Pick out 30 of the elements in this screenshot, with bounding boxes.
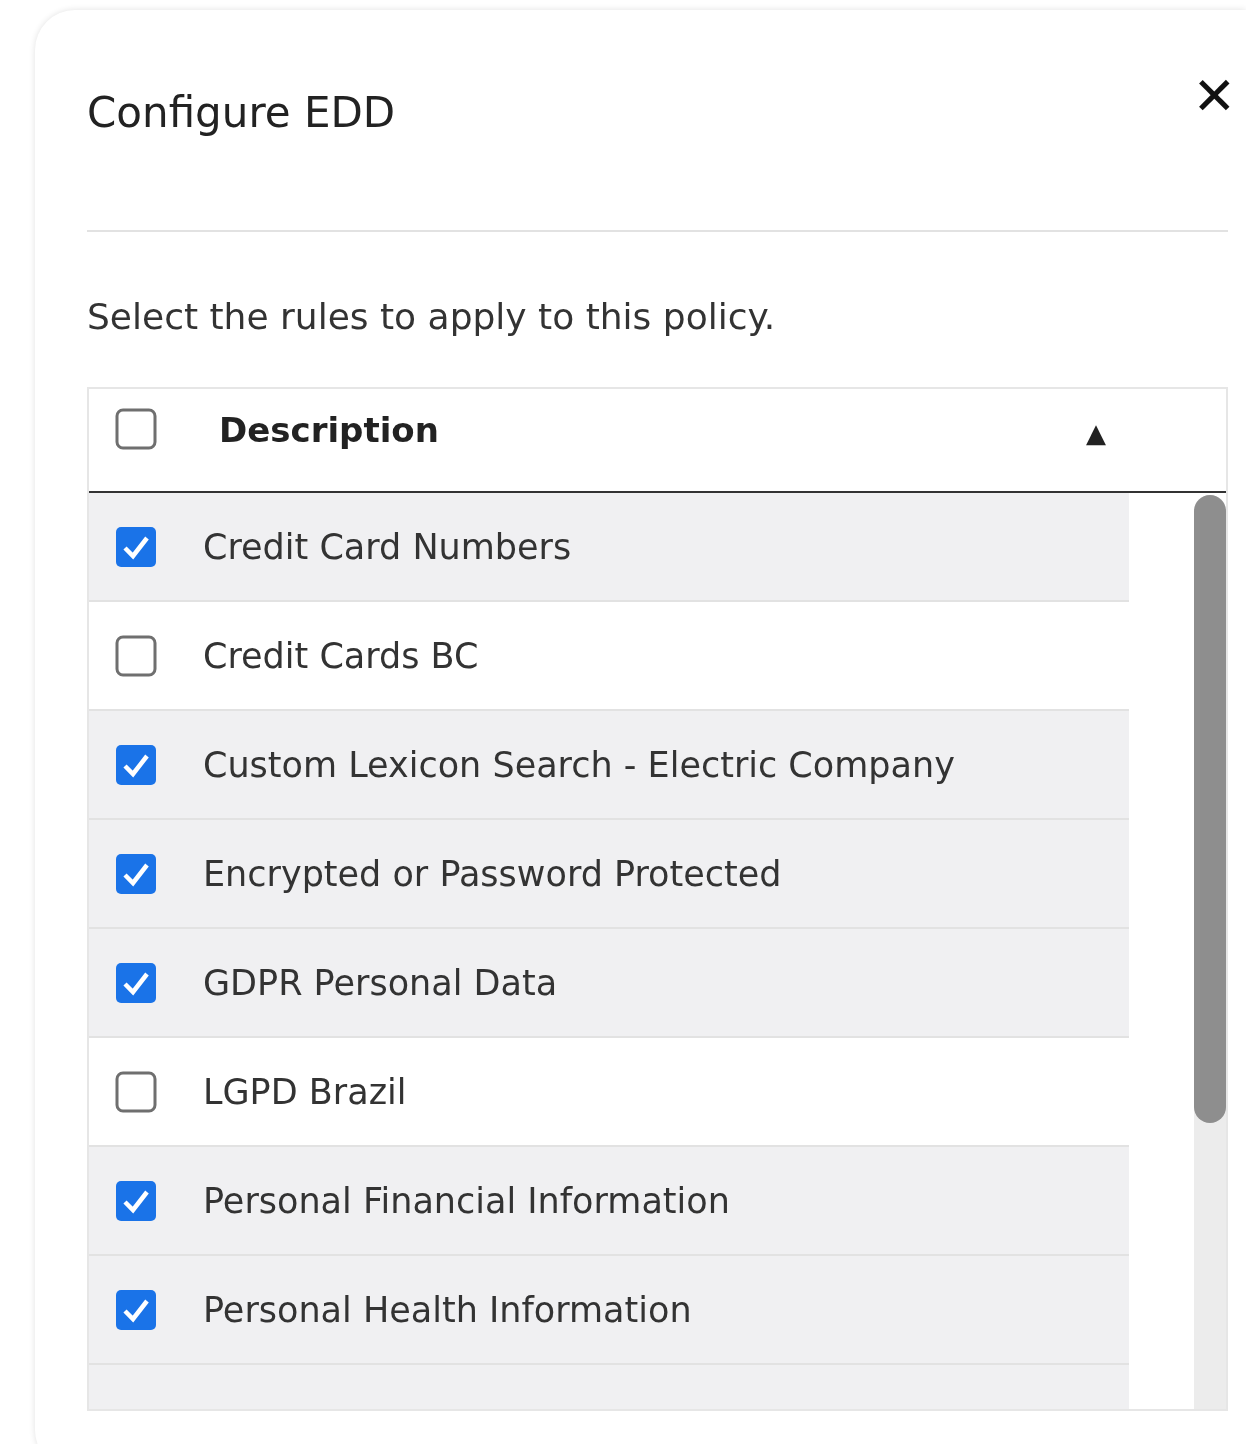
checkbox[interactable]	[115, 525, 157, 568]
table-row[interactable]: Custom Lexicon Search - Electric Company	[89, 711, 1129, 820]
table-row[interactable]: Credit Card Numbers	[89, 493, 1129, 602]
rule-label: Credit Cards BC	[203, 635, 479, 676]
checkbox[interactable]	[115, 1288, 157, 1331]
rule-label: Encrypted or Password Protected	[203, 853, 782, 894]
table-row[interactable]: Personal Financial Information	[89, 1147, 1129, 1256]
checkbox[interactable]	[115, 1070, 157, 1113]
sort-icon[interactable]: ▲	[1086, 418, 1106, 462]
close-button[interactable]: ✕	[1192, 70, 1236, 122]
checkbox[interactable]	[115, 634, 157, 677]
scrollbar-track[interactable]	[1194, 495, 1226, 1409]
scrollbar-thumb[interactable]	[1194, 495, 1226, 1123]
rule-label: Custom Lexicon Search - Electric Company	[203, 744, 955, 785]
instruction-text: Select the rules to apply to this policy.	[87, 296, 777, 337]
rule-label: Personal Health Information	[203, 1289, 692, 1330]
checkbox[interactable]	[115, 1179, 157, 1222]
checkbox[interactable]	[115, 743, 157, 786]
column-header[interactable]: Description	[219, 410, 1086, 470]
checkbox[interactable]	[115, 408, 157, 450]
table-row[interactable]: Encrypted or Password Protected	[89, 820, 1129, 929]
checkbox[interactable]	[115, 852, 157, 895]
checkbox[interactable]	[115, 961, 157, 1004]
table-row[interactable]: Personal Health Information	[89, 1256, 1129, 1365]
dialog-title: Configure EDD	[87, 88, 396, 137]
rule-label: Credit Card Numbers	[203, 526, 572, 567]
table-row[interactable]: GDPR Personal Data	[89, 929, 1129, 1038]
rule-label: Personal Financial Information	[203, 1180, 730, 1221]
rule-label: GDPR Personal Data	[203, 962, 558, 1003]
rule-label: LGPD Brazil	[203, 1071, 407, 1112]
